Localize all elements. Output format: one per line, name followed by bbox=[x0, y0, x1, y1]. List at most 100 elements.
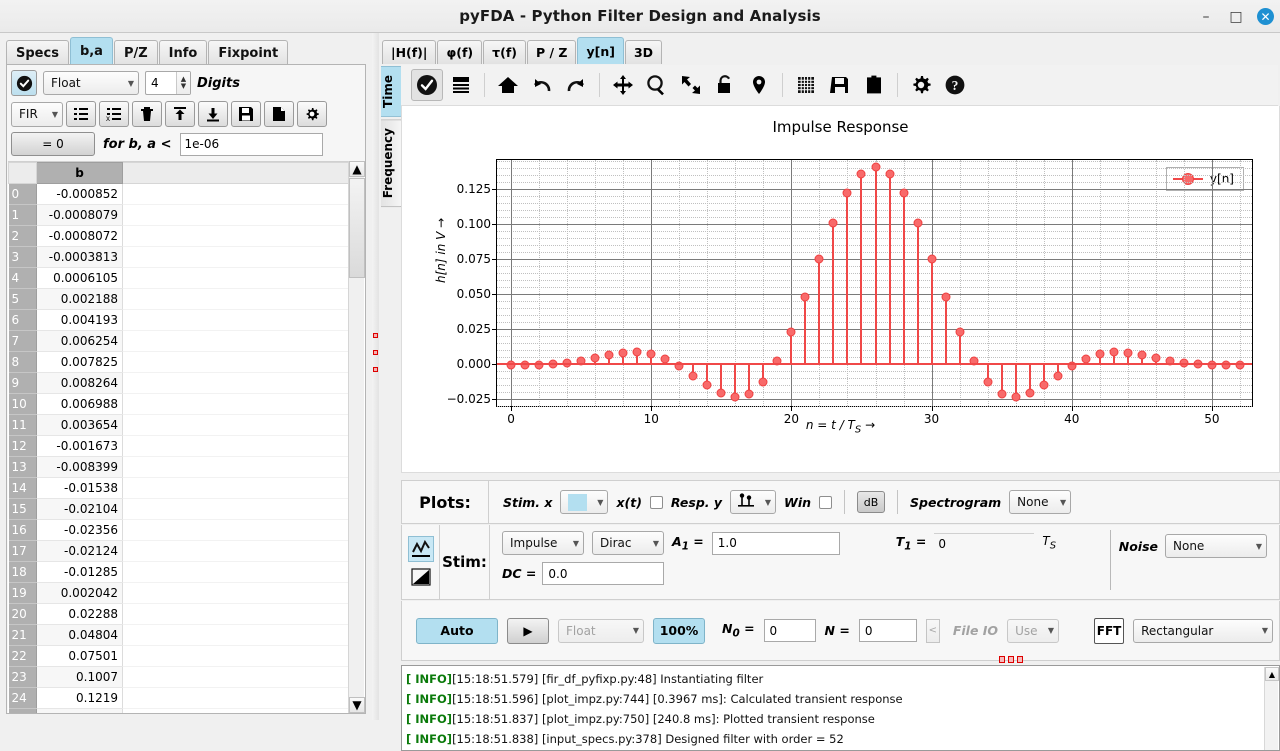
table-row[interactable]: 1 -0.0008079 bbox=[8, 204, 350, 226]
tab-magnitude[interactable]: |H(f)| bbox=[382, 40, 437, 64]
stim-style-combo[interactable]: ▼ bbox=[560, 490, 609, 514]
table-cell-b[interactable]: 0.1007 bbox=[36, 666, 123, 688]
panel-splitter[interactable] bbox=[372, 33, 379, 720]
side-tab-frequency[interactable]: Frequency bbox=[381, 118, 403, 208]
table-cell-b[interactable]: 0.003654 bbox=[36, 414, 123, 436]
tab-impulse[interactable]: y[n] bbox=[577, 37, 624, 64]
digits-input[interactable] bbox=[146, 75, 176, 91]
enable-quantization-button[interactable] bbox=[11, 70, 37, 96]
float-format-combo[interactable]: Float ▼ bbox=[558, 618, 644, 643]
scroll-down-icon[interactable]: ▼ bbox=[349, 697, 365, 713]
table-cell-b[interactable]: 0.002188 bbox=[36, 288, 123, 310]
table-row[interactable]: 23 0.1007 bbox=[8, 666, 350, 688]
fft-button[interactable]: FFT bbox=[1094, 617, 1125, 644]
win-checkbox[interactable] bbox=[819, 495, 833, 509]
home-icon[interactable] bbox=[492, 69, 524, 101]
t1-input[interactable]: 0 bbox=[934, 533, 1035, 553]
format-combo[interactable]: Float ▼ bbox=[43, 71, 139, 95]
pin-marker-icon[interactable] bbox=[743, 69, 775, 101]
export-down-icon[interactable] bbox=[198, 101, 228, 127]
pan-move-icon[interactable] bbox=[607, 69, 639, 101]
table-row[interactable]: 16 -0.02356 bbox=[8, 519, 350, 541]
coefficient-table-wrapper[interactable]: b 0 -0.000852 1 -0.0008079 2 -0.0008072 3 -0.00… bbox=[8, 161, 365, 713]
table-row[interactable]: 20 0.02288 bbox=[8, 603, 350, 625]
tab-fixpoint[interactable]: Fixpoint bbox=[208, 40, 289, 65]
maximize-button[interactable]: □ bbox=[1227, 8, 1245, 26]
check-enable-icon[interactable] bbox=[411, 69, 443, 101]
table-cell-b[interactable]: -0.01285 bbox=[36, 561, 123, 583]
table-cell-b[interactable]: -0.0003813 bbox=[36, 246, 123, 268]
copy-icon[interactable] bbox=[264, 101, 294, 127]
log-splitter[interactable] bbox=[999, 656, 1023, 663]
table-cell-b[interactable]: -0.02356 bbox=[36, 519, 123, 541]
grid-icon[interactable] bbox=[790, 69, 822, 101]
table-cell-b[interactable]: 0.0006105 bbox=[36, 267, 123, 289]
save-icon[interactable] bbox=[231, 101, 261, 127]
import-up-icon[interactable] bbox=[165, 101, 195, 127]
table-row[interactable]: 24 0.1219 bbox=[8, 687, 350, 709]
table-cell-b[interactable]: -0.001673 bbox=[36, 435, 123, 457]
table-cell-b[interactable]: -0.008399 bbox=[36, 456, 123, 478]
table-cell-b[interactable]: -0.0008079 bbox=[36, 204, 123, 226]
table-row[interactable]: 5 0.002188 bbox=[8, 288, 350, 310]
table-row[interactable]: 4 0.0006105 bbox=[8, 267, 350, 289]
clipboard-icon[interactable] bbox=[858, 69, 890, 101]
eps-input[interactable]: 1e-06 bbox=[179, 132, 323, 156]
scroll-up-icon[interactable]: ▲ bbox=[349, 161, 365, 177]
table-row[interactable]: 11 0.003654 bbox=[8, 414, 350, 436]
undo-arrow-icon[interactable] bbox=[526, 69, 558, 101]
play-button[interactable]: ▶ bbox=[507, 617, 549, 644]
redo-arrow-icon[interactable] bbox=[560, 69, 592, 101]
side-tab-time[interactable]: Time bbox=[381, 66, 403, 117]
digits-stepper[interactable]: ▲ ▼ bbox=[176, 72, 190, 94]
settings-gear-icon[interactable] bbox=[905, 69, 937, 101]
filter-type-combo[interactable]: FIR ▼ bbox=[11, 101, 63, 127]
stimulus-shape-combo[interactable]: Dirac ▼ bbox=[592, 531, 664, 555]
table-row[interactable]: 21 0.04804 bbox=[8, 624, 350, 646]
tab-phase[interactable]: φ(f) bbox=[437, 40, 483, 64]
table-cell-b[interactable]: 0.04804 bbox=[36, 624, 123, 646]
impulse-response-chart[interactable]: Impulse Response h[n] in V → y[n] 0 10 20 3… bbox=[401, 106, 1280, 473]
table-row[interactable]: 22 0.07501 bbox=[8, 645, 350, 667]
table-row[interactable]: 10 0.006988 bbox=[8, 393, 350, 415]
chart-plot-area[interactable]: y[n] 0 10 20 30 40 50 −0.025 0.000 0.025 0.050 0.0… bbox=[447, 159, 1253, 426]
scrollbar-thumb[interactable] bbox=[349, 178, 365, 278]
tab-pz[interactable]: P/Z bbox=[113, 40, 158, 65]
close-icon[interactable]: ✕ bbox=[1257, 8, 1274, 25]
tab-specs[interactable]: Specs bbox=[6, 40, 69, 65]
table-cell-b[interactable]: 0.1219 bbox=[36, 687, 123, 709]
list-delete-icon[interactable]: x bbox=[99, 101, 129, 127]
settings-icon[interactable] bbox=[297, 101, 327, 127]
table-cell-b[interactable]: 0.02288 bbox=[36, 603, 123, 625]
table-cell-b[interactable]: -0.0008072 bbox=[36, 225, 123, 247]
table-cell-b[interactable]: 0.008264 bbox=[36, 372, 123, 394]
table-row[interactable]: 19 0.002042 bbox=[8, 582, 350, 604]
table-scrollbar[interactable]: ▲ ▼ bbox=[348, 161, 365, 713]
log-panel[interactable]: [ INFO][15:18:51.579] [fir_df_pyfixp.py:… bbox=[401, 665, 1280, 751]
table-cell-b[interactable]: 0.07501 bbox=[36, 645, 123, 667]
save-disk-icon[interactable] bbox=[824, 69, 856, 101]
table-row[interactable]: 12 -0.001673 bbox=[8, 435, 350, 457]
table-row[interactable]: 14 -0.01538 bbox=[8, 477, 350, 499]
tab-ba[interactable]: b,a bbox=[69, 37, 113, 65]
tab-info[interactable]: Info bbox=[158, 40, 208, 65]
table-cell-b[interactable]: 0.006254 bbox=[36, 330, 123, 352]
table-row[interactable]: 9 0.008264 bbox=[8, 372, 350, 394]
lock-icon[interactable] bbox=[709, 69, 741, 101]
tab-3d[interactable]: 3D bbox=[624, 40, 663, 64]
fft-window-combo[interactable]: Rectangular ▼ bbox=[1133, 618, 1274, 643]
list-icon[interactable] bbox=[66, 101, 96, 127]
table-row[interactable]: 18 -0.01285 bbox=[8, 561, 350, 583]
table-cell-b[interactable]: 0.004193 bbox=[36, 309, 123, 331]
set-zero-button[interactable]: = 0 bbox=[11, 132, 95, 156]
auto-run-button[interactable]: Auto bbox=[416, 617, 498, 644]
log-scrollbar[interactable]: ▲ bbox=[1264, 667, 1279, 750]
n-input[interactable]: 0 bbox=[858, 619, 917, 642]
db-toggle-button[interactable]: dB bbox=[857, 491, 886, 513]
table-row[interactable]: 7 0.006254 bbox=[8, 330, 350, 352]
amplitude-input[interactable]: 1.0 bbox=[711, 531, 840, 555]
resp-style-combo[interactable]: ▼ bbox=[730, 490, 777, 514]
table-row[interactable]: 15 -0.02104 bbox=[8, 498, 350, 520]
table-cell-b[interactable]: 0.002042 bbox=[36, 582, 123, 604]
zoom-magnifier-icon[interactable] bbox=[641, 69, 673, 101]
